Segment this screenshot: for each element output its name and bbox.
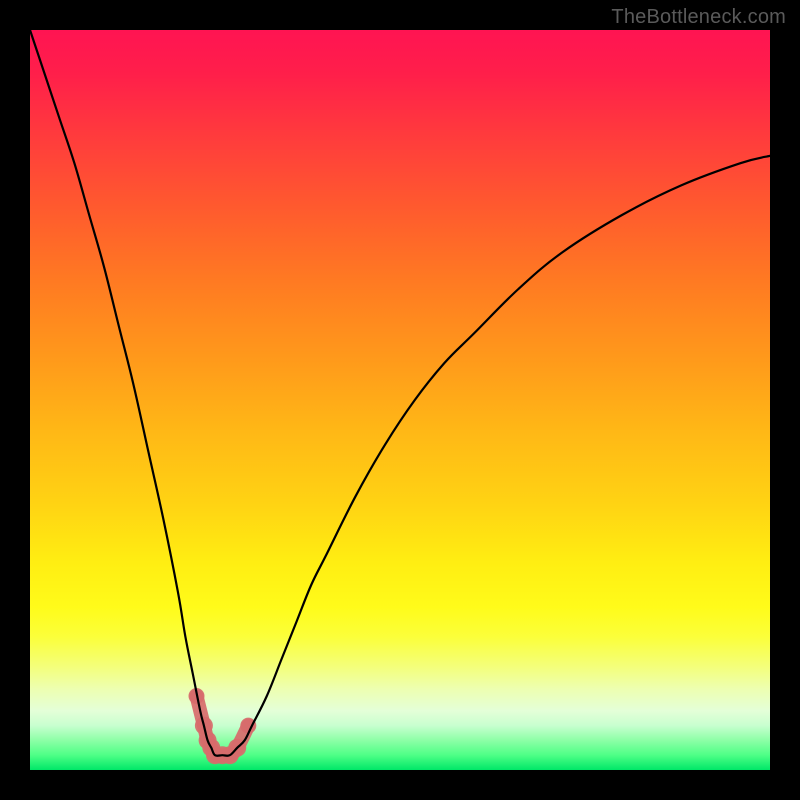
plot-area bbox=[30, 30, 770, 770]
watermark-text: TheBottleneck.com bbox=[611, 6, 786, 29]
bottleneck-curve bbox=[30, 30, 770, 756]
bottleneck-curve-svg bbox=[30, 30, 770, 770]
chart-container: { "watermark": "TheBottleneck.com", "col… bbox=[0, 0, 800, 800]
